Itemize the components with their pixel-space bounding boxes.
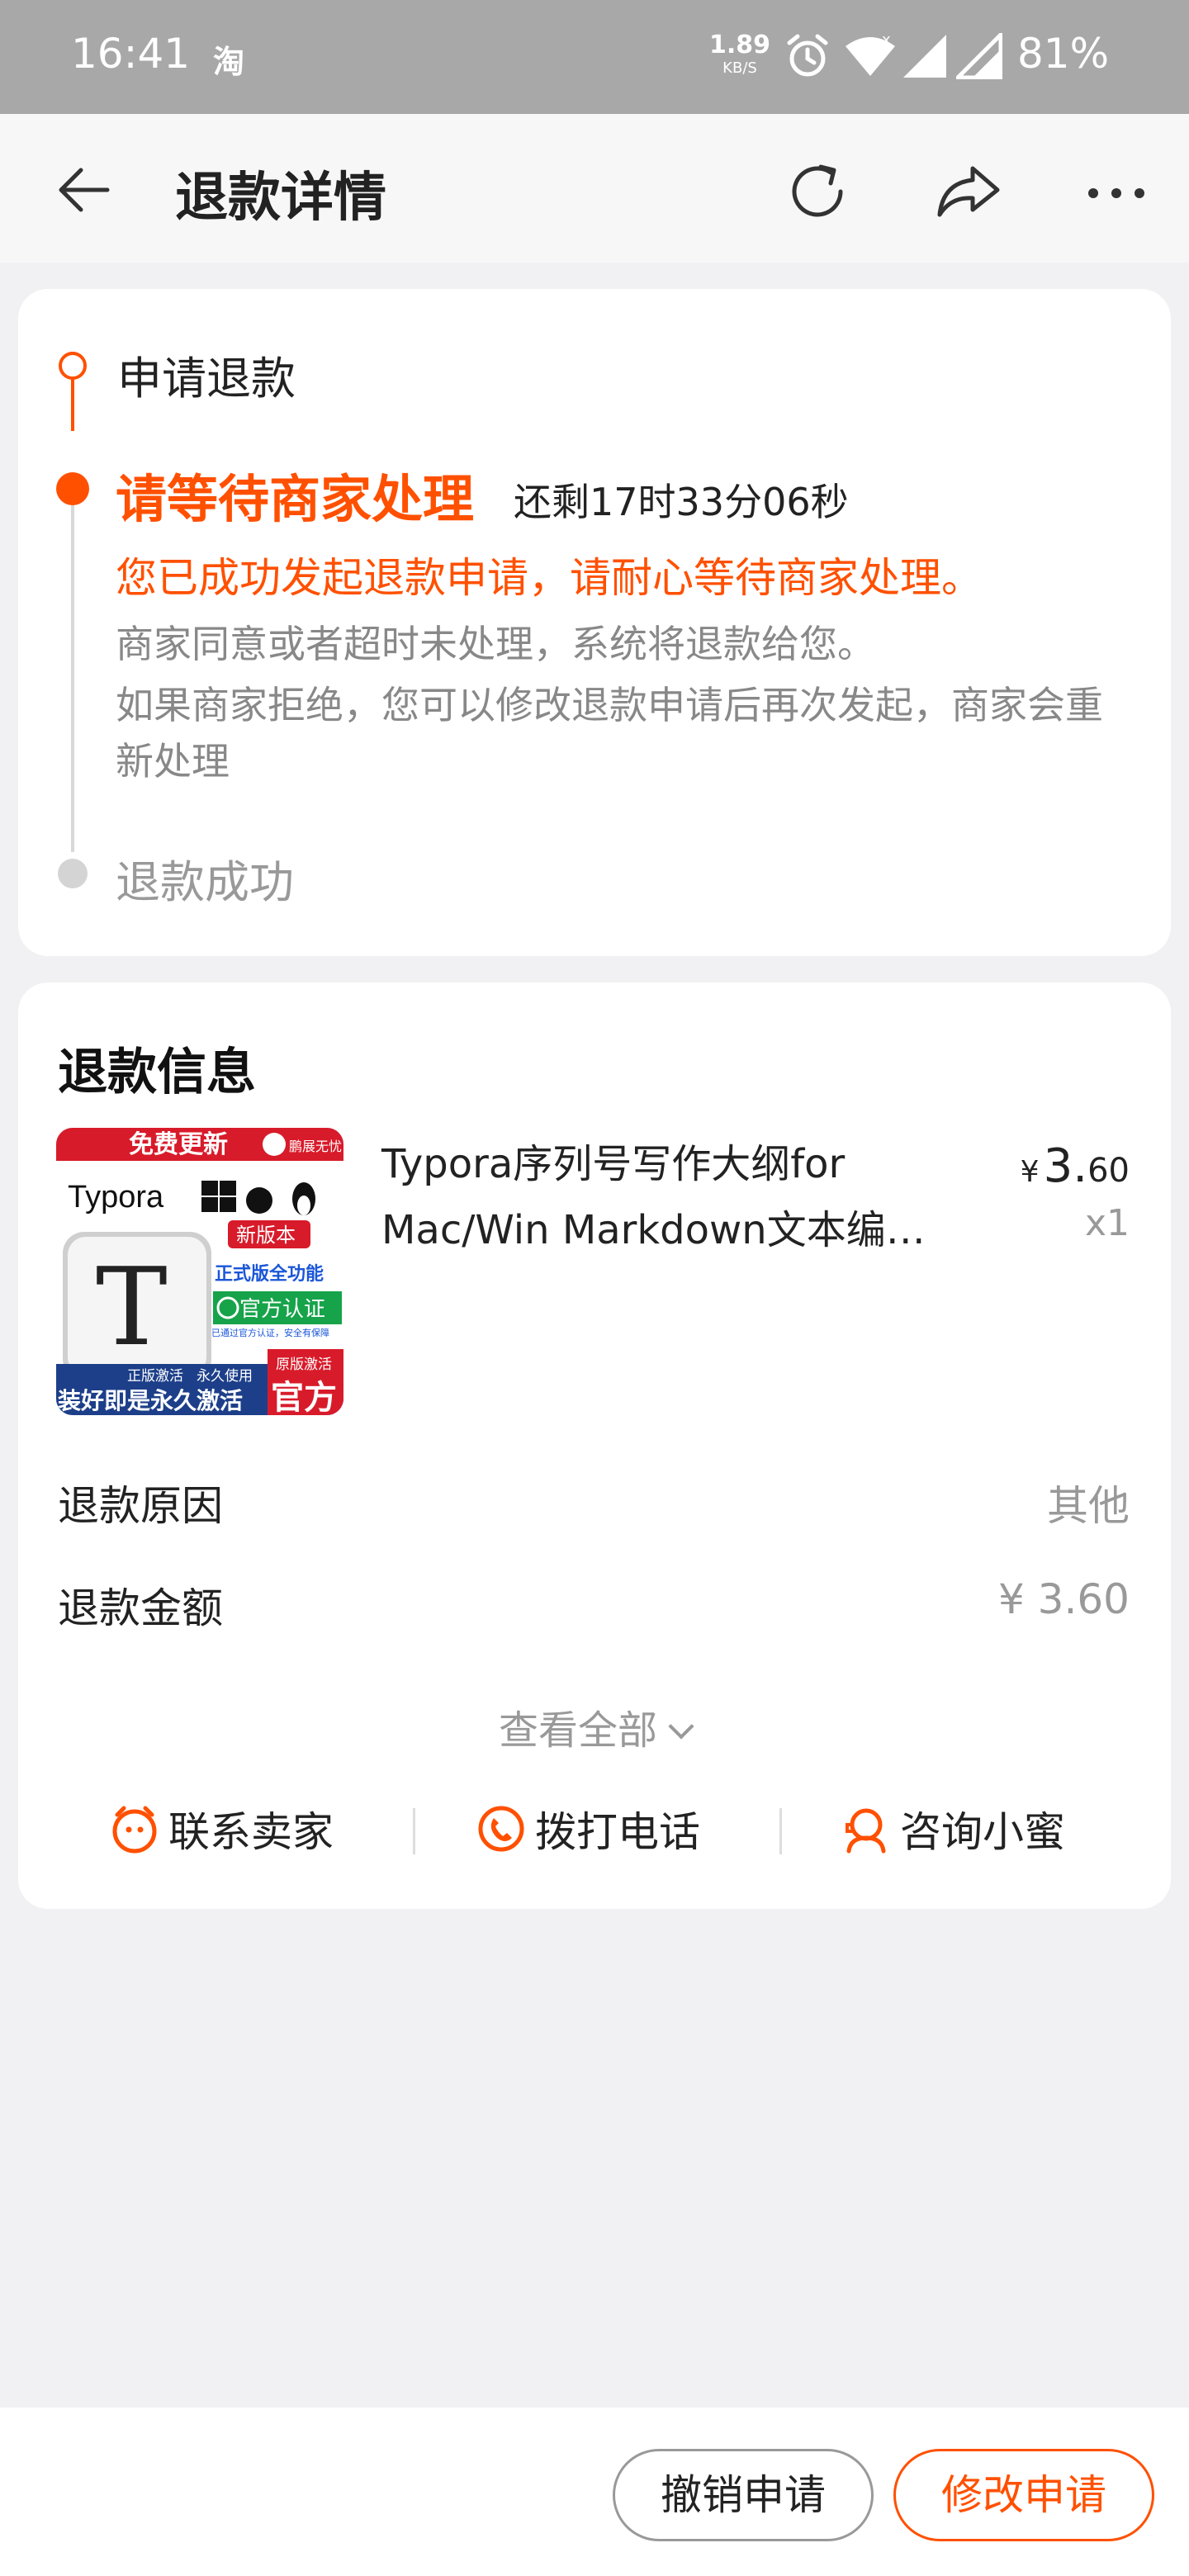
divider [779,1808,782,1854]
seller-chat-icon [112,1806,157,1854]
current-step-desc: 您已成功发起退款申请，请耐心等待商家处理。 [116,554,983,602]
step-current-dot [56,472,89,505]
call-button[interactable]: 拨打电话 [476,1792,700,1866]
product-quantity: x1 [1084,1202,1130,1244]
net-speed: 1.89 KB/S [708,31,771,77]
contact-actions: 联系卖家 拨打电话 咨询小蜜 [18,1792,1171,1866]
consult-label: 咨询小蜜 [900,1808,1065,1856]
step-note-2: 如果商家拒绝，您可以修改退款申请后再次发起，商家会重新处理 [116,683,1103,784]
status-time: 16:41 [71,30,191,78]
cancel-request-button[interactable]: 撤销申请 [613,2449,874,2541]
product-name[interactable]: Typora序列号写作大纲for Mac/Win Markdown文本编… [381,1131,1009,1263]
svg-text:装好即是永久激活: 装好即是永久激活 [58,1387,243,1414]
timeline-line-pending [71,505,74,852]
share-icon[interactable] [933,157,1002,226]
refund-reason-label: 退款原因 [58,1482,223,1530]
view-all-label: 查看全部 [498,1707,657,1754]
svg-text:Typora: Typora [68,1180,164,1215]
svg-text:免费更新: 免费更新 [129,1130,228,1159]
countdown-text: 还剩17时33分06秒 [514,480,849,524]
assistant-icon [846,1808,886,1854]
refund-progress-card: 申请退款 请等待商家处理 还剩17时33分06秒 您已成功发起退款申请，请耐心等… [18,289,1171,956]
refresh-icon[interactable] [783,157,852,226]
consult-button[interactable]: 咨询小蜜 [841,1792,1065,1866]
phone-icon [478,1806,524,1852]
bottom-action-bar: 撤销申请 修改申请 [0,2408,1189,2576]
refund-info-card: 退款信息 免费更新 鹏展无忧 Typora 新版本 T 正式版全功能 官方认证 … [18,983,1171,1909]
chevron-down-icon [668,1713,694,1740]
alarm-icon [787,34,828,77]
current-step-title: 请等待商家处理 [116,469,475,529]
page-title: 退款详情 [175,168,386,229]
section-title: 退款信息 [58,1044,256,1101]
svg-text:官方: 官方 [271,1379,337,1415]
divider [413,1808,415,1854]
svg-text:正式版全功能: 正式版全功能 [215,1263,324,1285]
contact-seller-label: 联系卖家 [168,1808,334,1856]
svg-text:正版激活: 正版激活 [127,1368,183,1385]
step-note-1: 商家同意或者超时未处理，系统将退款给您。 [116,622,875,666]
modify-request-button[interactable]: 修改申请 [893,2449,1154,2541]
header: 退款详情 [0,114,1189,263]
step-done-dot [59,352,87,380]
svg-text:原版激活: 原版激活 [276,1357,332,1373]
taobao-notification-icon: 淘 [213,44,245,80]
svg-text:永久使用: 永久使用 [197,1367,253,1385]
svg-text:T: T [96,1244,168,1370]
refund-reason-value: 其他 [1047,1482,1130,1530]
product-thumbnail[interactable]: 免费更新 鹏展无忧 Typora 新版本 T 正式版全功能 官方认证 已通过官方… [56,1128,343,1415]
svg-text:已通过官方认证，安全有保障: 已通过官方认证，安全有保障 [211,1327,329,1338]
svg-text:鹏展无忧: 鹏展无忧 [289,1139,342,1154]
product-price: ¥ 3.60 [1020,1139,1130,1193]
status-bar: 16:41 淘 1.89 KB/S x 81% [0,0,1189,114]
step-pending-dot [58,859,88,888]
svg-text:x: x [882,33,891,49]
product-image: 免费更新 鹏展无忧 Typora 新版本 T 正式版全功能 官方认证 已通过官方… [56,1128,343,1415]
signal-icon-2 [956,33,1002,79]
svg-text:新版本: 新版本 [236,1224,296,1247]
battery-level: 81% [1017,30,1110,78]
refund-amount-value: ¥ 3.60 [997,1575,1130,1623]
svg-text:官方认证: 官方认证 [239,1297,325,1322]
signal-icon [903,35,946,78]
call-label: 拨打电话 [535,1808,700,1856]
wifi-icon: x [846,33,895,76]
step-refund-success: 退款成功 [116,856,294,908]
refund-amount-label: 退款金额 [58,1584,223,1632]
view-all-button[interactable]: 查看全部 [18,1698,1171,1755]
contact-seller-button[interactable]: 联系卖家 [109,1792,334,1866]
step-apply-refund: 申请退款 [117,353,296,405]
more-icon[interactable] [1082,157,1151,226]
back-arrow-icon[interactable] [54,160,114,220]
